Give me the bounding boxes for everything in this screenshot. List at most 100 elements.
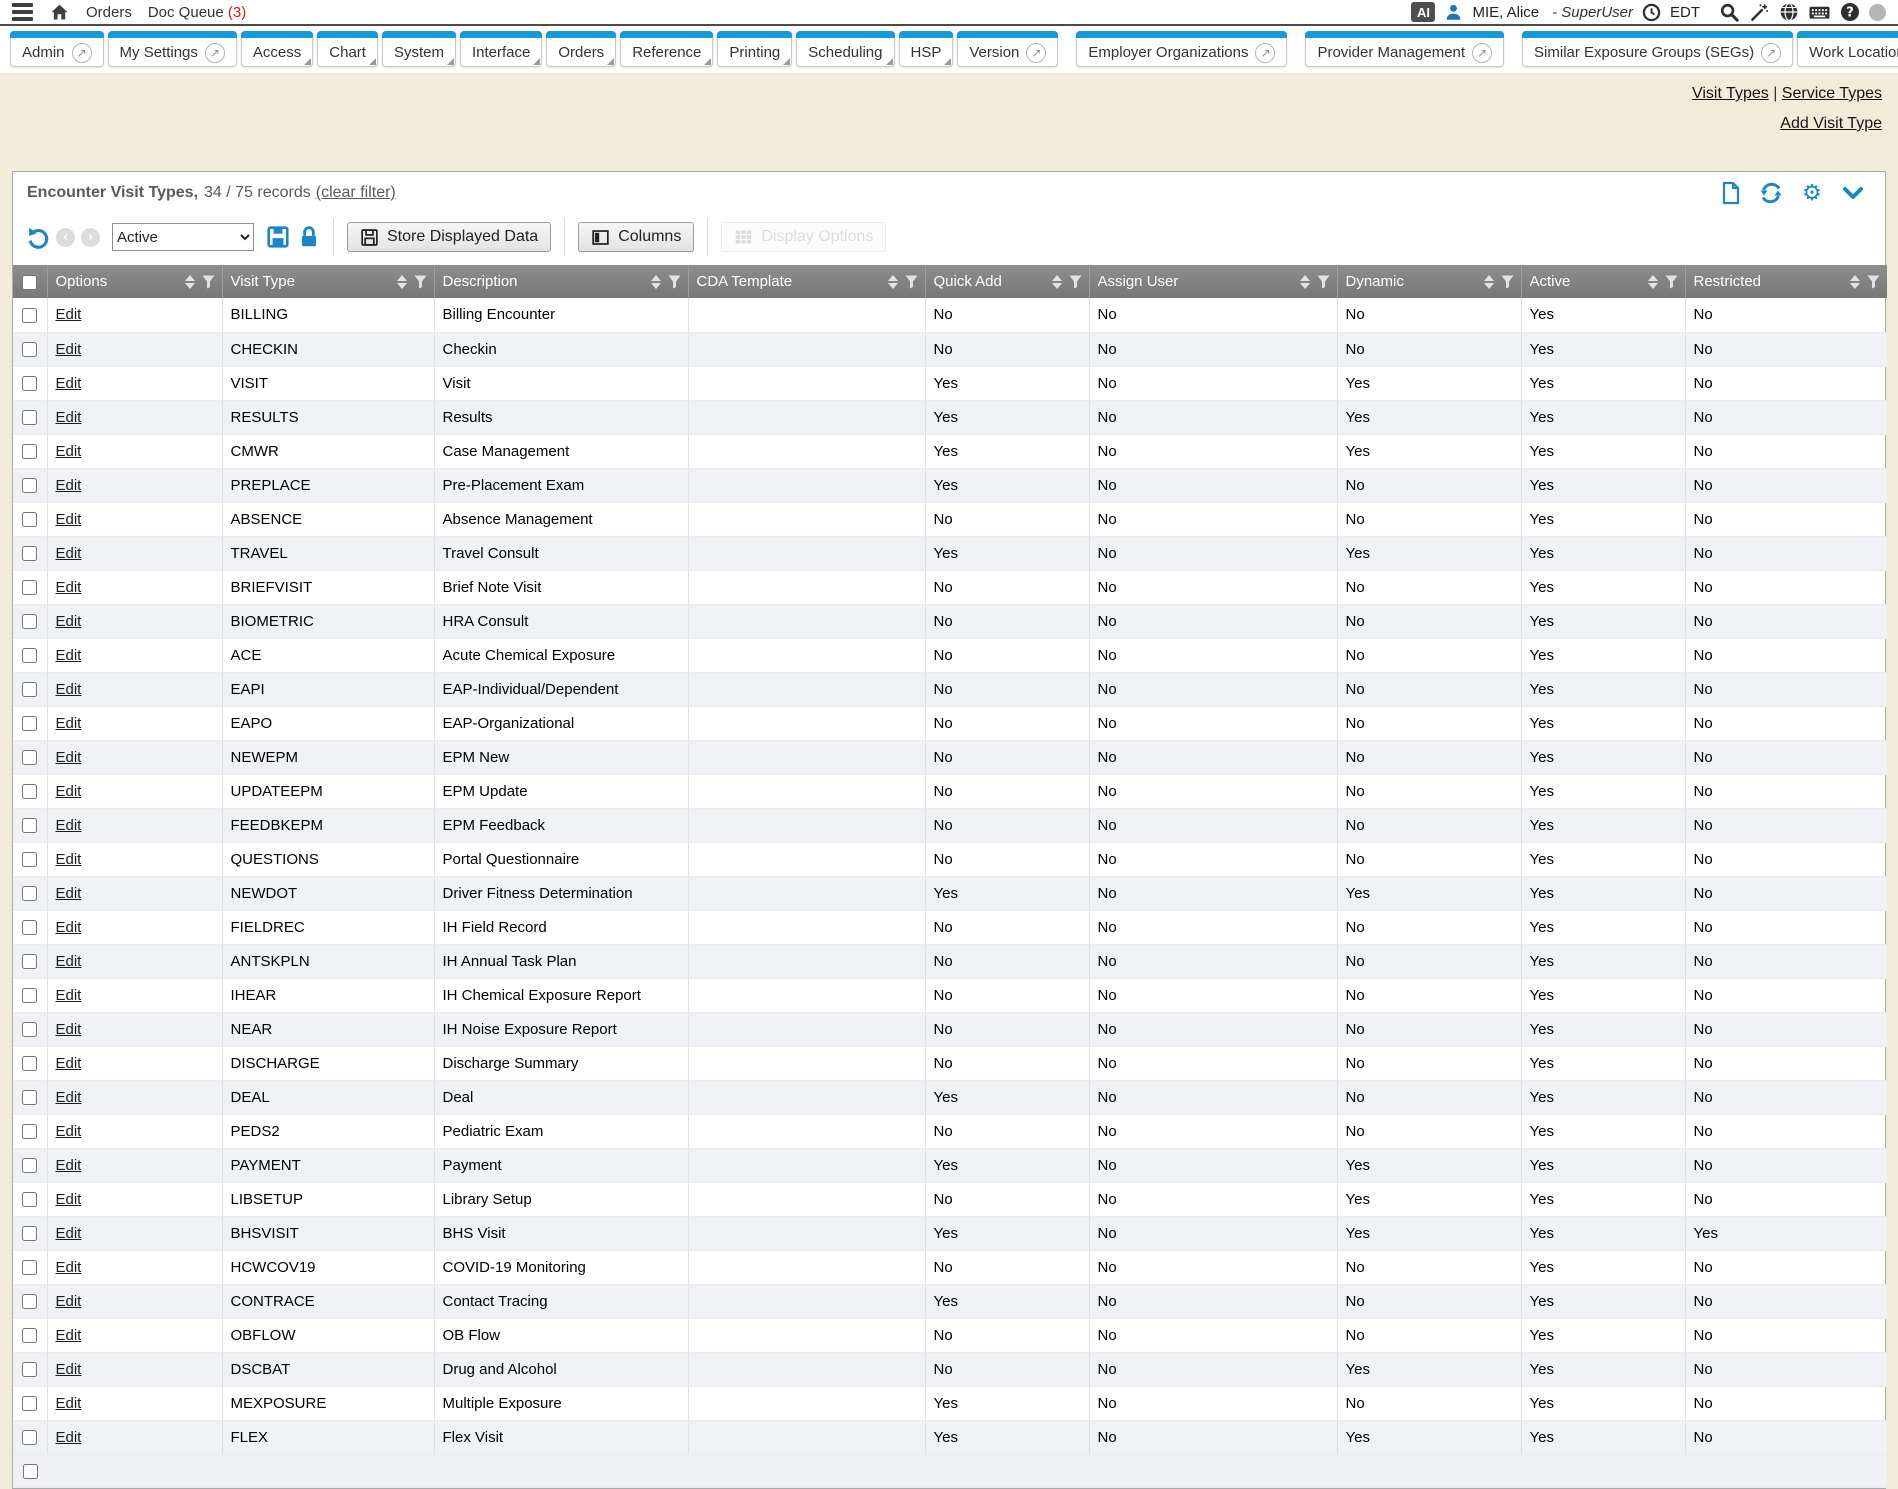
filter-funnel-icon[interactable] (1317, 275, 1330, 289)
edit-link[interactable]: Edit (56, 681, 82, 698)
row-checkbox[interactable] (22, 920, 37, 935)
edit-link[interactable]: Edit (56, 1259, 82, 1276)
row-checkbox[interactable] (22, 546, 37, 561)
row-checkbox[interactable] (22, 1192, 37, 1207)
next-page-icon[interactable]: › (81, 228, 100, 247)
row-checkbox[interactable] (22, 988, 37, 1003)
row-checkbox[interactable] (22, 444, 37, 459)
sort-icon[interactable] (1300, 275, 1310, 289)
edit-link[interactable]: Edit (56, 1429, 82, 1446)
tab-interface[interactable]: Interface (460, 31, 542, 67)
row-checkbox[interactable] (22, 410, 37, 425)
store-displayed-data-button[interactable]: Store Displayed Data (347, 222, 551, 252)
external-link-icon[interactable]: ↗ (1761, 43, 1781, 63)
edit-link[interactable]: Edit (56, 613, 82, 630)
row-checkbox[interactable] (22, 478, 37, 493)
save-filter-icon[interactable] (266, 225, 290, 249)
row-checkbox[interactable] (22, 1260, 37, 1275)
sort-icon[interactable] (1052, 275, 1062, 289)
select-all-checkbox[interactable] (22, 275, 37, 290)
tab-chart[interactable]: Chart (317, 31, 378, 67)
globe-icon[interactable] (1779, 2, 1799, 22)
filter-funnel-icon[interactable] (668, 275, 681, 289)
edit-link[interactable]: Edit (56, 715, 82, 732)
sort-icon[interactable] (1850, 275, 1860, 289)
edit-link[interactable]: Edit (56, 885, 82, 902)
edit-link[interactable]: Edit (56, 1395, 82, 1412)
tab-work-locations[interactable]: Work Locations↗ (1797, 31, 1898, 67)
row-checkbox[interactable] (22, 1022, 37, 1037)
row-checkbox[interactable] (22, 1294, 37, 1309)
row-checkbox[interactable] (22, 614, 37, 629)
row-checkbox[interactable] (22, 342, 37, 357)
add-visit-type-link[interactable]: Add Visit Type (1780, 115, 1882, 132)
external-link-icon[interactable]: ↗ (1255, 43, 1275, 63)
breadcrumb-orders[interactable]: Orders (86, 4, 132, 21)
lock-icon[interactable] (298, 225, 320, 249)
collapse-chevron-icon[interactable] (1841, 181, 1865, 205)
row-checkbox[interactable] (22, 1328, 37, 1343)
edit-link[interactable]: Edit (56, 1021, 82, 1038)
breadcrumb-doc-queue[interactable]: Doc Queue (3) (148, 4, 246, 21)
filter-funnel-icon[interactable] (1867, 275, 1880, 289)
column-header-assign-user[interactable]: Assign User (1089, 265, 1337, 298)
row-checkbox[interactable] (22, 1124, 37, 1139)
external-link-icon[interactable]: ↗ (1026, 43, 1046, 63)
edit-link[interactable]: Edit (56, 545, 82, 562)
refresh-icon[interactable] (1759, 181, 1783, 205)
column-header-active[interactable]: Active (1521, 265, 1685, 298)
edit-link[interactable]: Edit (56, 817, 82, 834)
edit-link[interactable]: Edit (56, 987, 82, 1004)
clear-filter-link[interactable]: (clear filter) (316, 184, 396, 202)
edit-link[interactable]: Edit (56, 443, 82, 460)
tab-system[interactable]: System (382, 31, 456, 67)
filter-funnel-icon[interactable] (1665, 275, 1678, 289)
ai-badge[interactable]: AI (1411, 2, 1435, 22)
filter-funnel-icon[interactable] (202, 275, 215, 289)
user-icon[interactable] (1444, 3, 1463, 22)
tab-employer-organizations[interactable]: Employer Organizations↗ (1076, 31, 1287, 67)
external-link-icon[interactable]: ↗ (205, 43, 225, 63)
row-checkbox[interactable] (22, 1430, 37, 1445)
filter-funnel-icon[interactable] (414, 275, 427, 289)
row-checkbox[interactable] (22, 818, 37, 833)
tab-scheduling[interactable]: Scheduling (796, 31, 894, 67)
edit-link[interactable]: Edit (56, 1361, 82, 1378)
status-filter-select[interactable]: Active (112, 223, 254, 251)
search-icon[interactable] (1719, 2, 1740, 23)
column-header-options[interactable]: Options (47, 265, 222, 298)
edit-link[interactable]: Edit (56, 306, 82, 323)
edit-link[interactable]: Edit (56, 953, 82, 970)
filter-funnel-icon[interactable] (1069, 275, 1082, 289)
row-checkbox[interactable] (22, 308, 37, 323)
row-checkbox[interactable] (22, 1396, 37, 1411)
row-checkbox[interactable] (22, 1090, 37, 1105)
row-checkbox[interactable] (22, 750, 37, 765)
tab-my-settings[interactable]: My Settings↗ (108, 31, 237, 67)
row-checkbox[interactable] (22, 716, 37, 731)
external-link-icon[interactable]: ↗ (72, 43, 92, 63)
row-checkbox[interactable] (22, 648, 37, 663)
settings-gear-icon[interactable]: ⚙ (1800, 181, 1824, 205)
sort-icon[interactable] (397, 275, 407, 289)
external-link-icon[interactable]: ↗ (1472, 43, 1492, 63)
row-checkbox[interactable] (22, 852, 37, 867)
service-types-link[interactable]: Service Types (1782, 85, 1882, 102)
edit-link[interactable]: Edit (56, 511, 82, 528)
edit-link[interactable]: Edit (56, 341, 82, 358)
edit-link[interactable]: Edit (56, 1089, 82, 1106)
sort-icon[interactable] (1648, 275, 1658, 289)
row-checkbox[interactable] (22, 682, 37, 697)
sort-icon[interactable] (651, 275, 661, 289)
filter-funnel-icon[interactable] (905, 275, 918, 289)
tab-admin[interactable]: Admin↗ (10, 31, 104, 67)
home-icon[interactable] (49, 2, 70, 22)
sort-icon[interactable] (185, 275, 195, 289)
row-checkbox[interactable] (22, 1226, 37, 1241)
tab-hsp[interactable]: HSP (899, 31, 954, 67)
edit-link[interactable]: Edit (56, 919, 82, 936)
tab-similar-exposure-groups-segs[interactable]: Similar Exposure Groups (SEGs)↗ (1522, 31, 1793, 67)
edit-link[interactable]: Edit (56, 1055, 82, 1072)
edit-link[interactable]: Edit (56, 1123, 82, 1140)
column-header-cda-template[interactable]: CDA Template (688, 265, 925, 298)
